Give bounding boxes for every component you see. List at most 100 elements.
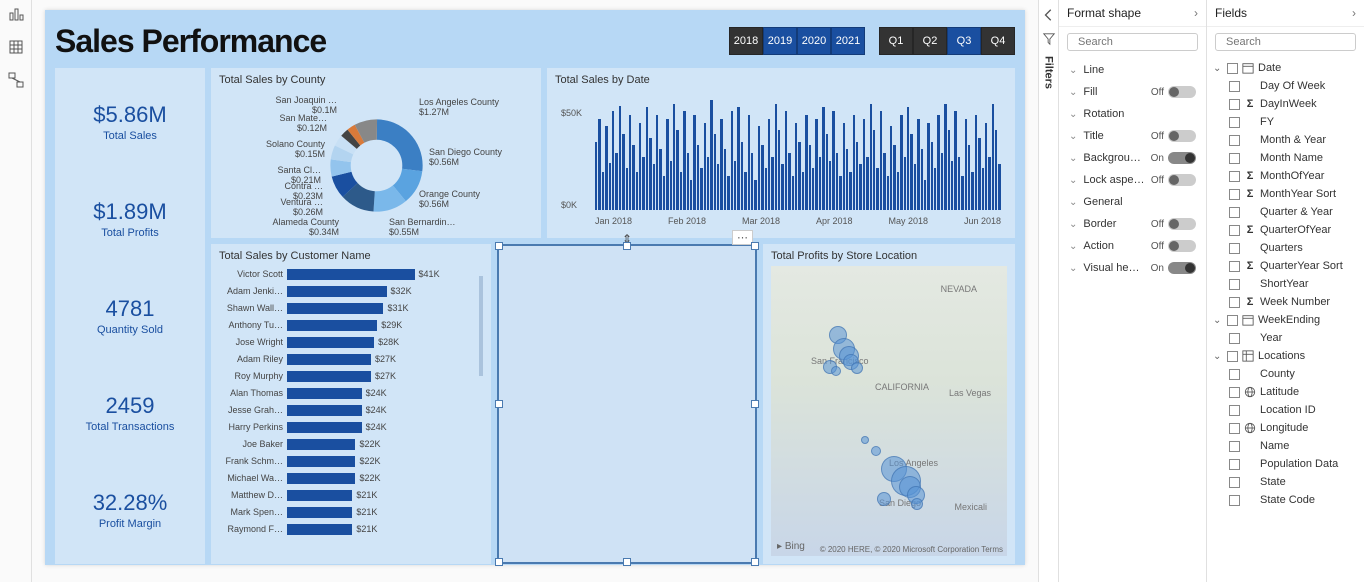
kpi-card[interactable]: 4781Quantity Sold	[97, 296, 163, 336]
field-item[interactable]: Year	[1207, 329, 1364, 347]
map-tile[interactable]: Total Profits by Store Location NEVADA S…	[763, 244, 1015, 564]
scrollbar[interactable]	[479, 276, 483, 376]
field-item[interactable]: ΣQuarterOfYear	[1207, 221, 1364, 239]
chevron-right-icon[interactable]: ›	[1352, 6, 1356, 20]
checkbox[interactable]	[1229, 423, 1240, 434]
resize-handle[interactable]	[495, 242, 503, 250]
report-canvas[interactable]: Sales Performance 2018201920202021 Q1Q2Q…	[45, 10, 1025, 565]
field-item[interactable]: Month Name	[1207, 149, 1364, 167]
field-item[interactable]: Quarter & Year	[1207, 203, 1364, 221]
format-section[interactable]: ⌄Lock aspe…Off	[1059, 169, 1206, 191]
toggle[interactable]: On	[1151, 262, 1196, 274]
format-section[interactable]: ⌄Line	[1059, 59, 1206, 81]
visual-more-options[interactable]: ⋯	[732, 230, 753, 245]
field-table[interactable]: ⌄Date	[1207, 59, 1364, 77]
checkbox[interactable]	[1229, 441, 1240, 452]
model-view-icon[interactable]	[8, 72, 24, 93]
resize-handle[interactable]	[495, 558, 503, 566]
checkbox[interactable]	[1229, 81, 1240, 92]
toggle[interactable]: Off	[1151, 174, 1196, 186]
field-item[interactable]: ΣMonthOfYear	[1207, 167, 1364, 185]
report-view-icon[interactable]	[8, 6, 24, 27]
field-item[interactable]: Location ID	[1207, 401, 1364, 419]
map[interactable]: NEVADA San Francisco CALIFORNIA Las Vega…	[771, 266, 1007, 556]
field-item[interactable]: Longitude	[1207, 419, 1364, 437]
expand-icon[interactable]: ⌄	[1213, 315, 1223, 326]
checkbox[interactable]	[1229, 243, 1240, 254]
field-table[interactable]: ⌄Locations	[1207, 347, 1364, 365]
checkbox[interactable]	[1227, 351, 1238, 362]
checkbox[interactable]	[1229, 459, 1240, 470]
checkbox[interactable]	[1229, 477, 1240, 488]
kpi-card[interactable]: 32.28%Profit Margin	[93, 490, 168, 530]
format-search[interactable]	[1067, 33, 1198, 51]
format-section[interactable]: ⌄FillOff	[1059, 81, 1206, 103]
field-item[interactable]: ΣDayInWeek	[1207, 95, 1364, 113]
resize-handle[interactable]	[623, 242, 631, 250]
field-item[interactable]: ΣQuarterYear Sort	[1207, 257, 1364, 275]
expand-icon[interactable]: ⌄	[1213, 63, 1223, 74]
field-item[interactable]: Population Data	[1207, 455, 1364, 473]
field-item[interactable]: Day Of Week	[1207, 77, 1364, 95]
year-button[interactable]: 2018	[729, 27, 763, 55]
fields-pane-header[interactable]: Fields ›	[1207, 0, 1364, 27]
checkbox[interactable]	[1229, 495, 1240, 506]
year-button[interactable]: 2019	[763, 27, 797, 55]
field-item[interactable]: State Code	[1207, 491, 1364, 509]
checkbox[interactable]	[1229, 189, 1240, 200]
field-item[interactable]: ShortYear	[1207, 275, 1364, 293]
toggle[interactable]: Off	[1151, 218, 1196, 230]
format-section[interactable]: ⌄General	[1059, 191, 1206, 213]
field-item[interactable]: FY	[1207, 113, 1364, 131]
expand-icon[interactable]: ⌄	[1213, 351, 1223, 362]
resize-handle[interactable]	[623, 558, 631, 566]
format-section[interactable]: ⌄BorderOff	[1059, 213, 1206, 235]
bar-chart-tile[interactable]: Total Sales by Customer Name Victor Scot…	[211, 244, 491, 564]
field-item[interactable]: Name	[1207, 437, 1364, 455]
field-item[interactable]: Month & Year	[1207, 131, 1364, 149]
checkbox[interactable]	[1229, 153, 1240, 164]
format-section[interactable]: ⌄Visual he…On	[1059, 257, 1206, 279]
quarter-button[interactable]: Q3	[947, 27, 981, 55]
kpi-card[interactable]: $1.89MTotal Profits	[93, 199, 166, 239]
field-item[interactable]: ΣWeek Number	[1207, 293, 1364, 311]
checkbox[interactable]	[1229, 207, 1240, 218]
fields-search-input[interactable]	[1226, 36, 1364, 48]
field-item[interactable]: ΣMonthYear Sort	[1207, 185, 1364, 203]
quarter-button[interactable]: Q4	[981, 27, 1015, 55]
expand-icon[interactable]	[1042, 8, 1056, 22]
resize-handle[interactable]	[495, 400, 503, 408]
data-view-icon[interactable]	[8, 39, 24, 60]
checkbox[interactable]	[1229, 225, 1240, 236]
checkbox[interactable]	[1229, 135, 1240, 146]
format-section[interactable]: ⌄Rotation	[1059, 103, 1206, 125]
format-section[interactable]: ⌄ActionOff	[1059, 235, 1206, 257]
format-section[interactable]: ⌄TitleOff	[1059, 125, 1206, 147]
checkbox[interactable]	[1229, 297, 1240, 308]
column-chart-tile[interactable]: Total Sales by Date $50K $0K Jan 2018Feb…	[547, 68, 1015, 238]
checkbox[interactable]	[1227, 63, 1238, 74]
year-slicer[interactable]: 2018201920202021	[729, 27, 865, 55]
checkbox[interactable]	[1229, 369, 1240, 380]
quarter-button[interactable]: Q2	[913, 27, 947, 55]
quarter-button[interactable]: Q1	[879, 27, 913, 55]
toggle[interactable]: Off	[1151, 130, 1196, 142]
checkbox[interactable]	[1229, 261, 1240, 272]
checkbox[interactable]	[1229, 117, 1240, 128]
field-item[interactable]: State	[1207, 473, 1364, 491]
toggle[interactable]: On	[1151, 152, 1196, 164]
year-button[interactable]: 2020	[797, 27, 831, 55]
checkbox[interactable]	[1227, 315, 1238, 326]
field-item[interactable]: County	[1207, 365, 1364, 383]
resize-handle[interactable]	[751, 400, 759, 408]
format-section[interactable]: ⌄Backgrou…On	[1059, 147, 1206, 169]
field-item[interactable]: Latitude	[1207, 383, 1364, 401]
format-pane-header[interactable]: Format shape ›	[1059, 0, 1206, 27]
resize-handle[interactable]	[751, 242, 759, 250]
toggle[interactable]: Off	[1151, 86, 1196, 98]
checkbox[interactable]	[1229, 99, 1240, 110]
checkbox[interactable]	[1229, 279, 1240, 290]
checkbox[interactable]	[1229, 171, 1240, 182]
format-search-input[interactable]	[1078, 36, 1220, 48]
fields-search[interactable]	[1215, 33, 1356, 51]
